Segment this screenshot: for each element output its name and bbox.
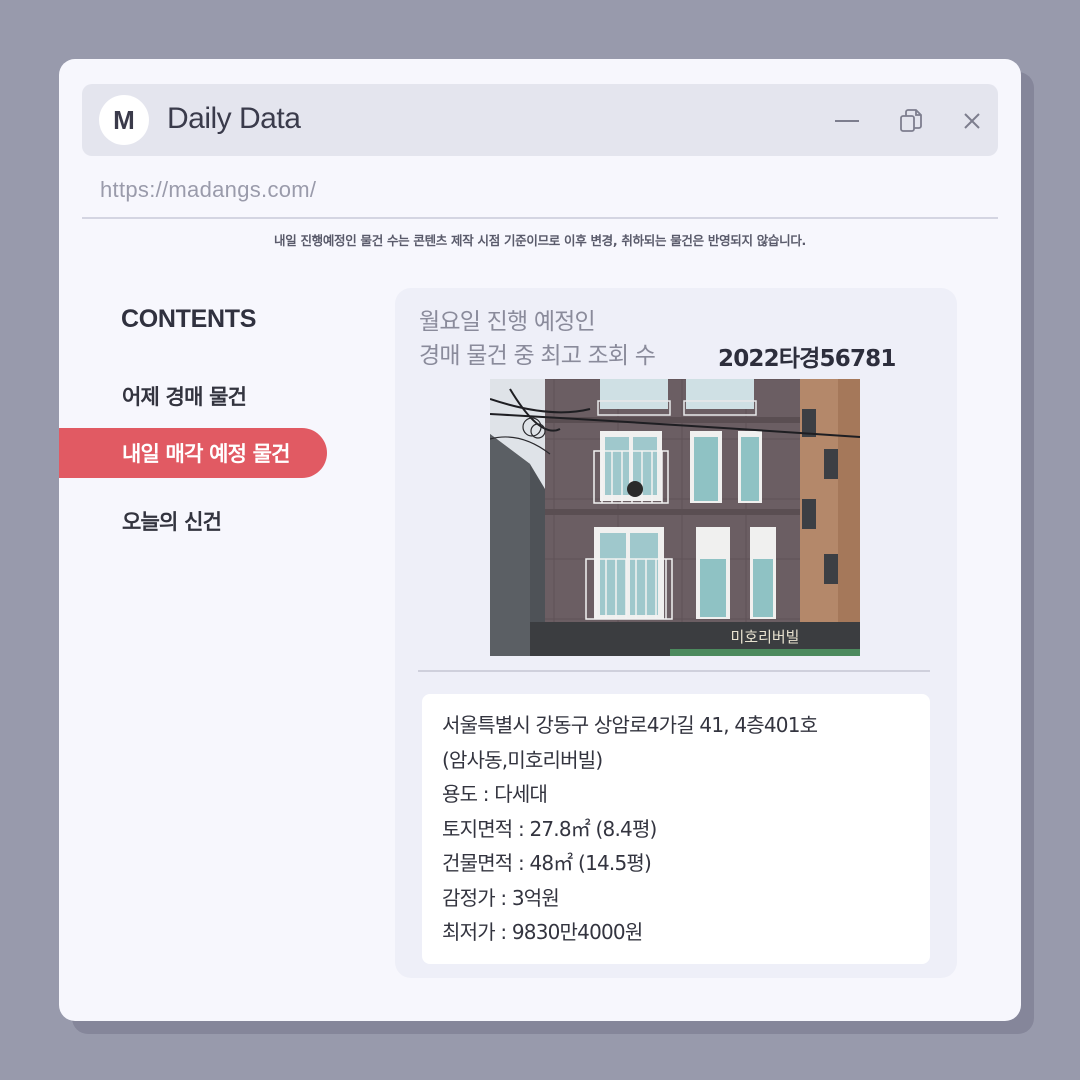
card-heading-line1: 월요일 진행 예정인 xyxy=(419,309,596,335)
address-line1: 서울특별시 강동구 상암로4가길 41, 4층401호 xyxy=(442,713,818,737)
building-area: 건물면적 : 48㎡ (14.5평) xyxy=(442,851,652,875)
minimize-icon[interactable] xyxy=(834,108,860,134)
nav-item-label: 내일 매각 예정 물건 xyxy=(122,442,291,466)
card-divider xyxy=(418,670,930,672)
nav-item-label: 오늘의 신건 xyxy=(122,510,222,534)
card-heading-line2: 경매 물건 중 최고 조회 수 xyxy=(419,343,656,369)
nav-item-yesterday[interactable]: 어제 경매 물건 xyxy=(59,371,327,421)
app-title: Daily Data xyxy=(167,102,301,135)
land-area: 토지면적 : 27.8㎡ (8.4평) xyxy=(442,816,657,841)
card-heading: 월요일 진행 예정인 경매 물건 중 최고 조회 수 xyxy=(419,305,656,373)
property-photo: 미호리버빌 xyxy=(490,379,860,656)
address-bar[interactable]: https://madangs.com/ xyxy=(100,177,316,203)
nav-item-label: 어제 경매 물건 xyxy=(122,385,247,409)
property-details: 서울특별시 강동구 상암로4가길 41, 4층401호 (암사동,미호리버빌) … xyxy=(422,694,930,964)
restore-icon[interactable] xyxy=(898,108,924,134)
contents-heading: CONTENTS xyxy=(121,305,257,333)
nav-item-today-new[interactable]: 오늘의 신건 xyxy=(59,496,327,546)
address-divider xyxy=(82,217,998,219)
property-card: 월요일 진행 예정인 경매 물건 중 최고 조회 수 2022타경56781 미… xyxy=(395,288,957,978)
close-icon[interactable] xyxy=(959,108,985,134)
notice-text: 내일 진행예정인 물건 수는 콘텐츠 제작 시점 기준이므로 이후 변경, 취하… xyxy=(274,233,806,248)
building-illustration: 미호리버빌 xyxy=(490,379,860,656)
title-bar: M Daily Data xyxy=(82,84,998,156)
appraisal-price: 감정가 : 3억원 xyxy=(442,885,560,910)
app-logo: M xyxy=(99,95,149,145)
minimum-price: 최저가 : 9830만4000원 xyxy=(442,920,643,944)
browser-window: M Daily Data https://madangs.com/ 내일 진행예… xyxy=(59,59,1021,1021)
nav-item-tomorrow[interactable]: 내일 매각 예정 물건 xyxy=(59,428,327,478)
usage: 용도 : 다세대 xyxy=(442,782,548,806)
address-line2: (암사동,미호리버빌) xyxy=(442,747,603,772)
case-number: 2022타경56781 xyxy=(718,346,896,372)
building-sign: 미호리버빌 xyxy=(730,628,799,646)
